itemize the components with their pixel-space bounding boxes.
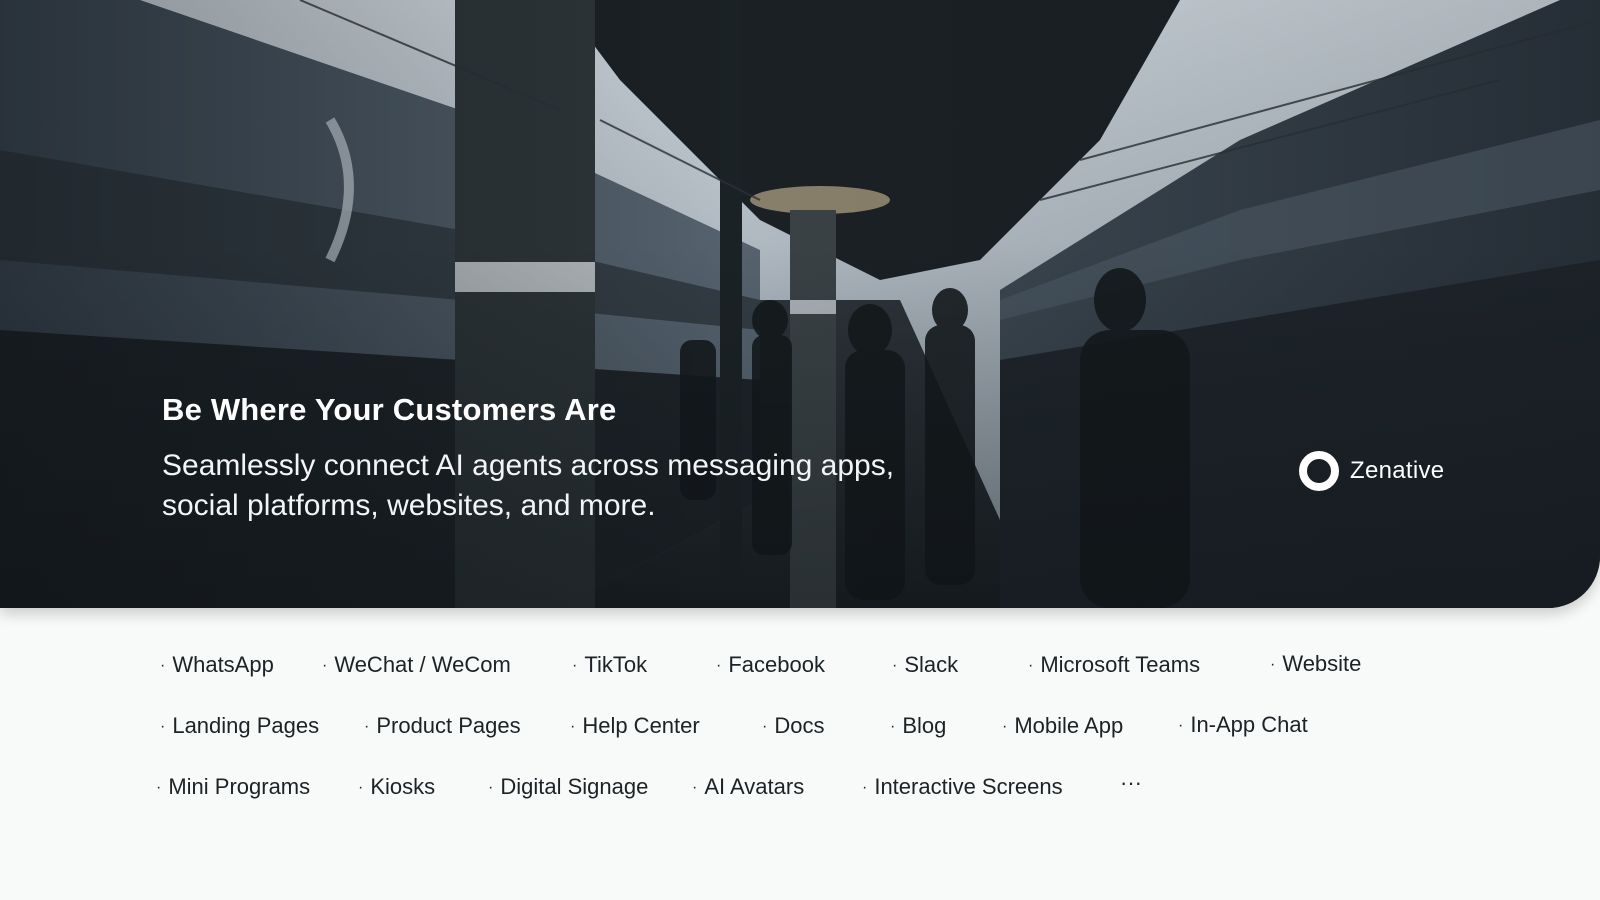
- channel-label: Blog: [902, 713, 947, 738]
- channel-label: Mobile App: [1014, 713, 1124, 738]
- channel-item: · WhatsApp: [160, 652, 274, 678]
- brand-logo: Zenative: [1298, 450, 1444, 492]
- channel-item: · Kiosks: [358, 774, 435, 800]
- bullet: ·: [1028, 657, 1034, 674]
- bullet: ·: [364, 718, 370, 735]
- channel-item: · Mini Programs: [156, 774, 310, 800]
- channel-item: · Mobile App: [1002, 713, 1123, 739]
- brand-name: Zenative: [1350, 457, 1445, 484]
- bullet: ·: [358, 779, 364, 796]
- bullet: ·: [892, 657, 898, 674]
- hero-banner: Be Where Your Customers Are Seamlessly c…: [0, 0, 1600, 608]
- channel-item: · Interactive Screens: [862, 774, 1063, 800]
- channel-item: · Blog: [890, 713, 946, 739]
- channel-label: Digital Signage: [500, 774, 649, 799]
- channel-label: AI Avatars: [704, 774, 805, 799]
- bullet: ·: [322, 657, 328, 674]
- bullet: ·: [1002, 718, 1008, 735]
- channel-item: · Digital Signage: [488, 774, 648, 800]
- channel-item: · WeChat / WeCom: [322, 652, 511, 678]
- channel-label: Product Pages: [376, 713, 521, 738]
- slide: Be Where Your Customers Are Seamlessly c…: [0, 0, 1600, 900]
- channel-item: · Landing Pages: [160, 713, 319, 739]
- bullet: ·: [862, 779, 868, 796]
- hero-subtitle: Seamlessly connect AI agents across mess…: [162, 449, 895, 522]
- channel-item: · Help Center: [570, 713, 700, 739]
- channel-item: · Microsoft Teams: [1028, 652, 1200, 678]
- channel-label: Microsoft Teams: [1040, 652, 1201, 677]
- channel-label: Docs: [774, 713, 825, 738]
- channel-item: · Facebook: [716, 652, 825, 678]
- bullet: ·: [762, 718, 768, 735]
- channel-item: · TikTok: [572, 652, 647, 678]
- channel-item: · In-App Chat: [1178, 712, 1308, 738]
- channel-label: Facebook: [728, 652, 825, 677]
- bullet: ·: [1270, 656, 1276, 673]
- channel-label: WeChat / WeCom: [334, 652, 511, 677]
- bullet: ·: [692, 779, 698, 796]
- channel-label: Website: [1282, 651, 1362, 676]
- channel-label: Help Center: [582, 713, 700, 738]
- channel-label: Landing Pages: [172, 713, 320, 738]
- bullet: ·: [1178, 717, 1184, 734]
- bullet: ·: [716, 657, 722, 674]
- bullet: ·: [156, 779, 162, 796]
- more-ellipsis: ···: [1120, 770, 1142, 795]
- channel-item: · Slack: [892, 652, 958, 678]
- channel-label: In-App Chat: [1190, 712, 1308, 737]
- channel-label: Interactive Screens: [874, 774, 1063, 799]
- channel-item: · Docs: [762, 713, 824, 739]
- channel-item: · AI Avatars: [692, 774, 804, 800]
- channel-label: WhatsApp: [172, 652, 274, 677]
- bullet: ·: [570, 718, 576, 735]
- channel-label: TikTok: [584, 652, 648, 677]
- bullet: ·: [890, 718, 896, 735]
- channel-label: Slack: [904, 652, 959, 677]
- bullet: ·: [488, 779, 494, 796]
- channel-item: · Product Pages: [364, 713, 521, 739]
- channel-item: · Website: [1270, 651, 1361, 677]
- hero-title: Be Where Your Customers Are: [162, 392, 617, 427]
- bullet: ·: [160, 657, 166, 674]
- zenative-logo-icon: [1299, 451, 1339, 491]
- channel-label: Mini Programs: [168, 774, 311, 799]
- bullet: ·: [572, 657, 578, 674]
- channel-label: Kiosks: [370, 774, 436, 799]
- bullet: ·: [160, 718, 166, 735]
